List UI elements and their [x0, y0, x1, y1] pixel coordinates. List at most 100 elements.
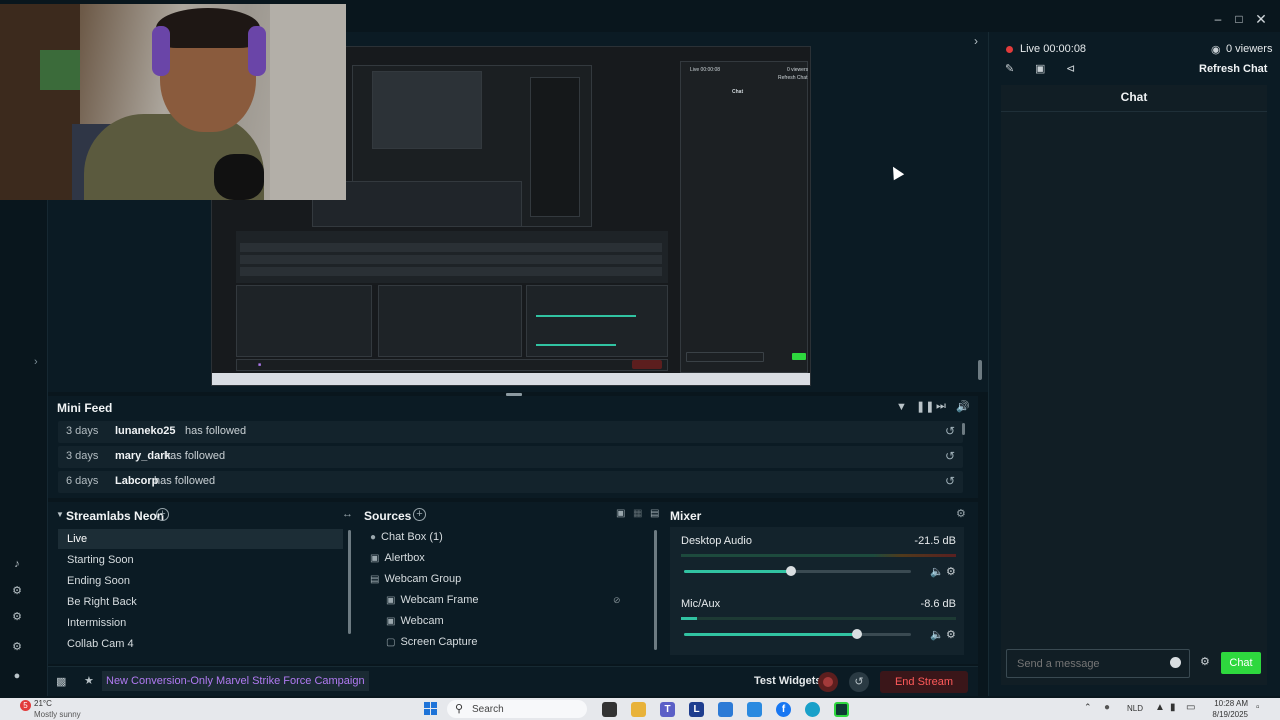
volume-knob[interactable]: [785, 566, 796, 576]
sources-scrollbar[interactable]: [654, 530, 657, 650]
end-stream-button[interactable]: End Stream: [880, 671, 968, 693]
test-widgets-button[interactable]: Test Widgets: [754, 675, 822, 687]
record-button[interactable]: [818, 672, 838, 692]
scene-item[interactable]: Ending Soon: [58, 571, 343, 591]
mini-live: Live 00:00:08: [690, 67, 721, 73]
scene-collection-title[interactable]: Streamlabs Neon: [66, 509, 164, 523]
expand-chevron-icon[interactable]: ›: [34, 356, 38, 368]
app-l-icon[interactable]: L: [689, 702, 704, 717]
replay-icon[interactable]: ↺: [945, 449, 955, 463]
scene-item[interactable]: Collab Cam 4: [58, 634, 343, 654]
scene-item[interactable]: Starting Soon: [58, 550, 343, 570]
chevron-up-icon[interactable]: ⌃: [1084, 702, 1092, 713]
volume-icon[interactable]: 🔊: [956, 400, 970, 413]
edge-icon[interactable]: [805, 702, 820, 717]
speaker-icon[interactable]: 🔈: [930, 565, 944, 578]
weather-temp[interactable]: 21°C: [34, 699, 52, 708]
profile-icon[interactable]: ●: [10, 670, 24, 684]
scene-item[interactable]: Intermission: [58, 613, 343, 633]
volume-icon[interactable]: ▮: [1170, 702, 1176, 713]
feed-row: 3 days mary_dark has followed ↺: [58, 446, 963, 468]
feed-user: mary_dark: [115, 450, 171, 462]
store-icon[interactable]: [718, 702, 733, 717]
scene-item[interactable]: Be Right Back: [58, 592, 343, 612]
layout-icon[interactable]: ⚙: [10, 610, 24, 624]
vscode-icon[interactable]: [747, 702, 762, 717]
preview-scrollbar[interactable]: [978, 360, 982, 380]
notifications-icon[interactable]: ▫: [1256, 702, 1260, 713]
replay-buffer-icon[interactable]: ↺: [849, 672, 869, 692]
feed-days: 3 days: [66, 425, 99, 437]
stats-icon[interactable]: ▩: [56, 675, 66, 688]
chevron-down-icon[interactable]: ▼: [56, 510, 64, 519]
task-view-icon[interactable]: [602, 702, 617, 717]
audio-meter: [681, 617, 956, 620]
campaign-link[interactable]: New Conversion-Only Marvel Strike Force …: [102, 671, 369, 691]
skip-icon[interactable]: ⏭: [936, 400, 946, 413]
folder-add-icon[interactable]: ▤: [650, 508, 659, 519]
chat-settings-icon[interactable]: ⚙: [1200, 655, 1210, 668]
teams-icon[interactable]: T: [660, 702, 675, 717]
share-icon[interactable]: ⊲: [1066, 62, 1075, 75]
mini-feed-panel: Mini Feed ▼ ❚❚ ⏭ 🔊 3 days lunaneko25 has…: [48, 393, 978, 498]
scenes-scrollbar[interactable]: [348, 530, 351, 634]
edit-icon[interactable]: ✎: [1005, 62, 1014, 75]
emoji-icon[interactable]: [1170, 657, 1181, 668]
plugin-icon[interactable]: ⚙: [10, 584, 24, 598]
resize-handle[interactable]: [506, 393, 522, 396]
group-icon[interactable]: ▦: [633, 508, 642, 519]
video-camera-icon[interactable]: ▣: [1035, 62, 1045, 75]
scene-item[interactable]: Live: [58, 529, 343, 549]
chat-bubble-icon: ●: [370, 532, 377, 543]
facebook-icon[interactable]: f: [776, 702, 791, 717]
weather-desc[interactable]: Mostly sunny: [34, 710, 81, 719]
source-item[interactable]: ▣ Webcam Frame: [386, 590, 479, 610]
collapse-chat-icon[interactable]: ›: [974, 34, 978, 48]
chat-input[interactable]: [1017, 656, 1167, 672]
wifi-icon[interactable]: ▲: [1155, 702, 1165, 713]
volume-knob[interactable]: [851, 629, 862, 639]
refresh-chat-button[interactable]: Refresh Chat: [1199, 63, 1267, 75]
feed-row: 3 days lunaneko25 has followed ↺: [58, 421, 963, 443]
feed-row: 6 days Labcorp has followed ↺: [58, 471, 963, 493]
send-chat-button[interactable]: Chat: [1221, 652, 1261, 674]
eye-slash-icon[interactable]: ⊘: [613, 595, 621, 606]
chat-input-box[interactable]: [1006, 649, 1190, 678]
volume-slider[interactable]: [684, 629, 911, 639]
speaker-icon[interactable]: 🔈: [930, 628, 944, 641]
source-item[interactable]: ▢ Screen Capture: [386, 632, 478, 652]
streamlabs-icon[interactable]: [834, 702, 849, 717]
pause-icon[interactable]: ❚❚: [916, 400, 934, 413]
source-item[interactable]: ▣ Alertbox: [370, 548, 425, 568]
clock-date[interactable]: 8/19/2025: [1208, 710, 1248, 719]
settings-icon[interactable]: ⚙: [10, 640, 24, 654]
scenes-panel: ▼ Streamlabs Neon + ↔ Live Starting Soon…: [48, 502, 527, 664]
transition-icon[interactable]: ↔: [342, 508, 353, 520]
source-item[interactable]: ▣ Webcam: [386, 611, 444, 631]
source-item[interactable]: ● Chat Box (1): [370, 527, 443, 547]
minimize-icon[interactable]: –: [1211, 12, 1225, 26]
mixer-settings-icon[interactable]: ⚙: [956, 507, 966, 520]
selective-recording-icon[interactable]: ▣: [616, 508, 625, 519]
windows-start-icon[interactable]: [424, 702, 438, 716]
source-item[interactable]: ▤ Webcam Group: [370, 569, 461, 589]
maximize-icon[interactable]: □: [1232, 12, 1246, 26]
add-source-icon[interactable]: +: [413, 508, 426, 521]
volume-slider[interactable]: [684, 566, 911, 576]
feed-scrollbar[interactable]: [962, 423, 965, 435]
channel-settings-icon[interactable]: ⚙: [946, 628, 956, 641]
language-indicator[interactable]: NLD: [1127, 704, 1143, 713]
clock-time[interactable]: 10:28 AM: [1208, 699, 1248, 708]
filter-icon[interactable]: ▼: [896, 401, 907, 413]
file-explorer-icon[interactable]: [631, 702, 646, 717]
add-scene-icon[interactable]: +: [156, 508, 169, 521]
replay-icon[interactable]: ↺: [945, 474, 955, 488]
channel-settings-icon[interactable]: ⚙: [946, 565, 956, 578]
megaphone-icon[interactable]: ★: [84, 674, 94, 687]
replay-icon[interactable]: ↺: [945, 424, 955, 438]
close-icon[interactable]: ✕: [1254, 12, 1268, 26]
microphone-icon[interactable]: ●: [1104, 702, 1110, 713]
tiktok-icon[interactable]: ♪: [10, 558, 24, 572]
battery-icon[interactable]: ▭: [1186, 702, 1195, 713]
taskbar-search[interactable]: ⚲ Search: [447, 700, 587, 718]
